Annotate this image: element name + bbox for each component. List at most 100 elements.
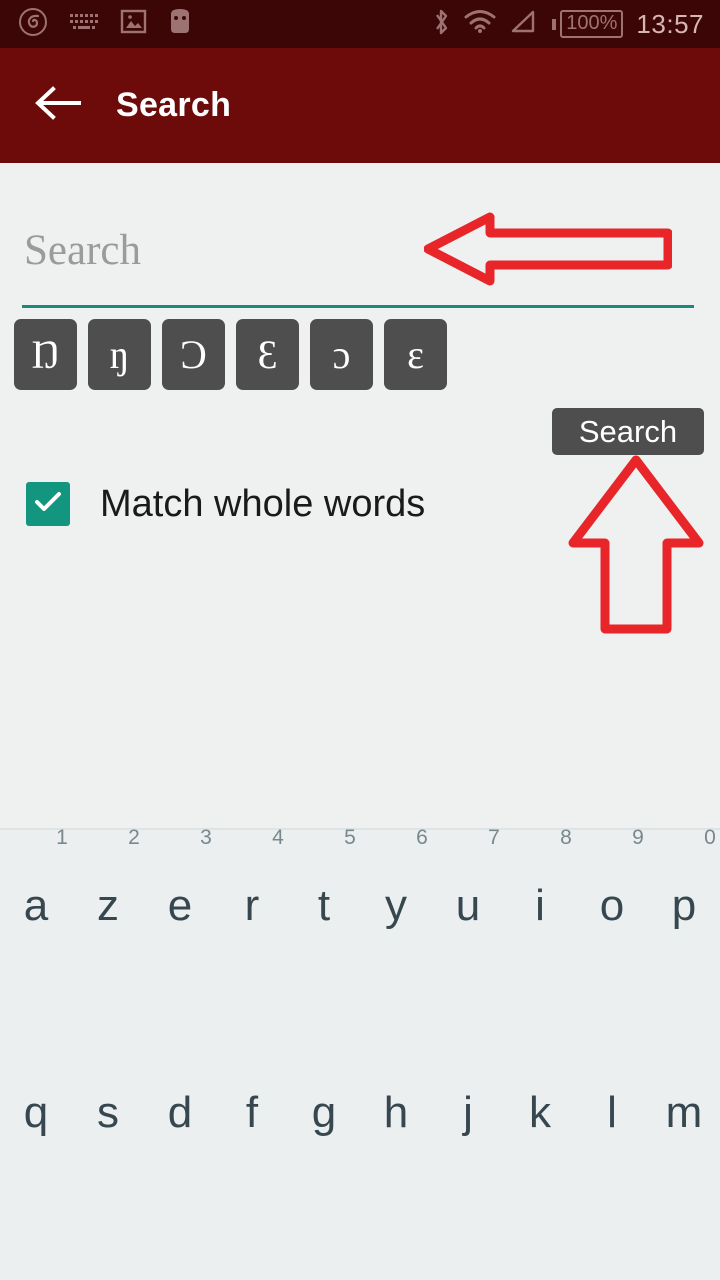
key-n[interactable]: n [468, 1274, 540, 1280]
key-k-label: k [529, 1088, 551, 1137]
key-f-label: f [245, 1088, 259, 1137]
keyboard-icon [68, 11, 100, 38]
key-p-number: 0 [704, 826, 716, 849]
key-g-label: g [311, 1088, 337, 1137]
key-s[interactable]: s [72, 1067, 144, 1159]
key-i-number: 8 [560, 826, 572, 849]
special-char-label: Ɔ [180, 331, 207, 377]
key-z[interactable]: 2 z [72, 826, 144, 952]
key-x[interactable]: x [180, 1274, 252, 1280]
key-apostrophe[interactable]: ' [540, 1274, 612, 1280]
special-char-key-3[interactable]: Ɛ [236, 319, 299, 390]
key-t-label: t [317, 881, 331, 930]
key-y[interactable]: 6 y [360, 826, 432, 952]
back-button[interactable] [28, 76, 88, 136]
special-char-label: Ŋ [31, 331, 60, 377]
special-char-key-1[interactable]: ŋ [88, 319, 151, 390]
key-f[interactable]: f [216, 1067, 288, 1159]
on-screen-keyboard: 1 a 2 z 3 e 4 r 5 t 6 y 7 u 8 i 9 o 0 p … [0, 826, 720, 1280]
key-u-number: 7 [488, 826, 500, 849]
key-o[interactable]: 9 o [576, 826, 648, 952]
key-g[interactable]: g [288, 1067, 360, 1159]
key-c[interactable]: c [252, 1274, 324, 1280]
bluetooth-icon [431, 7, 451, 42]
key-y-label: y [385, 881, 407, 930]
special-character-row: Ŋ ŋ Ɔ Ɛ ɔ ɛ [14, 319, 447, 390]
key-p[interactable]: 0 p [648, 826, 720, 952]
keyboard-row-1: 1 a 2 z 3 e 4 r 5 t 6 y 7 u 8 i 9 o 0 p [0, 826, 720, 952]
app-spiral-icon [18, 7, 48, 42]
key-r[interactable]: 4 r [216, 826, 288, 952]
battery-icon: 100% [549, 10, 624, 38]
key-a[interactable]: 1 a [0, 826, 72, 952]
key-t[interactable]: 5 t [288, 826, 360, 952]
key-w[interactable]: w [108, 1274, 180, 1280]
key-u-label: u [455, 881, 481, 930]
key-h[interactable]: h [360, 1067, 432, 1159]
special-char-key-4[interactable]: ɔ [310, 319, 373, 390]
android-icon [167, 8, 193, 41]
special-char-label: ɔ [332, 331, 351, 377]
key-z-label: z [97, 881, 119, 930]
key-k[interactable]: k [504, 1067, 576, 1159]
keyboard-row-2: q s d f g h j k l m [0, 1067, 720, 1159]
key-j-label: j [463, 1088, 473, 1137]
key-i-label: i [535, 881, 545, 930]
key-d-label: d [167, 1088, 193, 1137]
key-j[interactable]: j [432, 1067, 504, 1159]
key-s-label: s [97, 1088, 119, 1137]
status-bar-notification-icons [0, 7, 193, 42]
special-char-label: ŋ [109, 331, 130, 377]
search-button-label: Search [578, 413, 678, 449]
key-b[interactable]: b [396, 1274, 468, 1280]
key-l[interactable]: l [576, 1067, 648, 1159]
signal-icon [509, 9, 536, 39]
shift-key[interactable] [20, 1274, 82, 1280]
match-whole-words-checkbox[interactable] [26, 482, 70, 526]
phone-screen: 100% 13:57 Search Search Ŋ ŋ Ɔ Ɛ ɔ ɛ Sea… [0, 0, 720, 1280]
battery-percent-label: 100% [560, 10, 624, 38]
wifi-icon [464, 9, 496, 39]
checkmark-icon [33, 490, 63, 519]
content-area: Search Ŋ ŋ Ɔ Ɛ ɔ ɛ Search Match whole wo… [0, 163, 720, 828]
key-o-label: o [599, 881, 625, 930]
image-icon [120, 8, 147, 40]
back-arrow-icon [35, 84, 81, 127]
key-l-label: l [607, 1088, 617, 1137]
key-y-number: 6 [416, 826, 428, 849]
key-d[interactable]: d [144, 1067, 216, 1159]
key-m[interactable]: m [648, 1067, 720, 1159]
key-a-label: a [23, 881, 49, 930]
key-e-number: 3 [200, 826, 212, 849]
key-o-number: 9 [632, 826, 644, 849]
key-e[interactable]: 3 e [144, 826, 216, 952]
key-p-label: p [671, 881, 697, 930]
key-r-number: 4 [272, 826, 284, 849]
key-a-number: 1 [56, 826, 68, 849]
keyboard-row-3: w x c v b n ' [0, 1274, 720, 1280]
app-bar: Search [0, 48, 720, 163]
key-v[interactable]: v [324, 1274, 396, 1280]
status-bar-system-icons: 100% 13:57 [431, 7, 720, 42]
key-h-label: h [383, 1088, 409, 1137]
key-i[interactable]: 8 i [504, 826, 576, 952]
search-button[interactable]: Search [552, 408, 704, 455]
key-r-label: r [244, 881, 260, 930]
clock: 13:57 [636, 8, 704, 39]
match-whole-words-row[interactable]: Match whole words [26, 482, 425, 526]
special-char-key-2[interactable]: Ɔ [162, 319, 225, 390]
status-bar: 100% 13:57 [0, 0, 720, 48]
match-whole-words-label: Match whole words [100, 482, 426, 525]
page-title: Search [116, 86, 232, 124]
key-q-label: q [23, 1088, 49, 1137]
search-input-placeholder: Search [24, 227, 141, 274]
special-char-label: ɛ [407, 331, 424, 377]
key-u[interactable]: 7 u [432, 826, 504, 952]
key-t-number: 5 [344, 826, 356, 849]
key-z-number: 2 [128, 826, 140, 849]
search-input[interactable]: Search [22, 218, 694, 308]
special-char-key-0[interactable]: Ŋ [14, 319, 77, 390]
special-char-key-5[interactable]: ɛ [384, 319, 447, 390]
key-m-label: m [665, 1088, 703, 1137]
key-q[interactable]: q [0, 1067, 72, 1159]
